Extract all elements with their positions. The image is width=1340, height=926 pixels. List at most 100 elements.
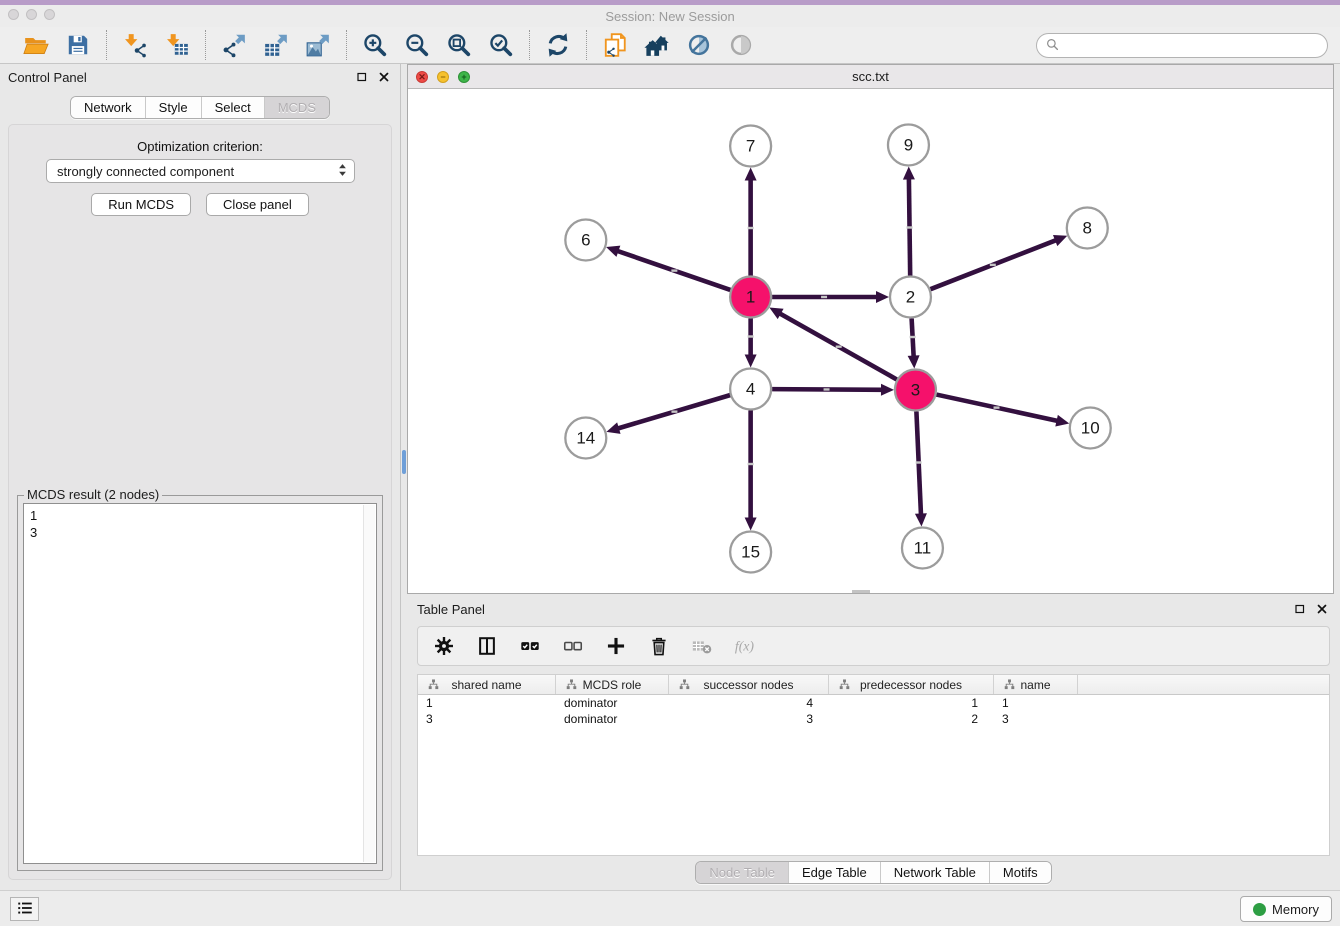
import-table-icon[interactable] — [163, 31, 191, 59]
network-close-button[interactable]: ✕ — [416, 71, 428, 83]
table-tab-motifs[interactable]: Motifs — [989, 862, 1051, 883]
edge-2-3[interactable] — [908, 318, 920, 368]
horizontal-splitter-handle[interactable] — [852, 590, 870, 593]
export-image-icon[interactable] — [304, 31, 332, 59]
close-panel-icon[interactable] — [376, 69, 392, 85]
copy-network-icon[interactable] — [601, 31, 629, 59]
result-scrollbar[interactable] — [363, 505, 375, 862]
network-canvas[interactable]: 7968124314101511 — [408, 89, 1333, 593]
network-maximize-button[interactable]: + — [458, 71, 470, 83]
run-mcds-button[interactable]: Run MCDS — [91, 193, 191, 216]
mcds-result-area[interactable]: 1 3 — [23, 503, 377, 864]
float-panel-icon[interactable] — [354, 69, 370, 85]
table-cell[interactable]: 1 — [994, 695, 1078, 711]
node-3[interactable]: 3 — [895, 370, 936, 411]
table-row[interactable]: 3dominator323 — [418, 711, 1329, 727]
node-10[interactable]: 10 — [1070, 408, 1111, 449]
column-header-MCDS-role[interactable]: MCDS role — [556, 675, 669, 694]
network-window-titlebar[interactable]: ✕ − + scc.txt — [408, 65, 1333, 89]
edge-1-7[interactable] — [745, 168, 757, 276]
split-columns-icon[interactable] — [473, 632, 501, 660]
tab-mcds[interactable]: MCDS — [264, 97, 329, 118]
edge-midpoint-handle[interactable] — [916, 461, 922, 463]
close-window-button[interactable] — [8, 9, 19, 20]
node-1[interactable]: 1 — [730, 277, 771, 318]
node-4[interactable]: 4 — [730, 369, 771, 410]
table-cell[interactable]: dominator — [556, 695, 669, 711]
edge-midpoint-handle[interactable] — [990, 264, 996, 266]
home-icon[interactable] — [643, 31, 671, 59]
node-2[interactable]: 2 — [890, 277, 931, 318]
network-minimize-button[interactable]: − — [437, 71, 449, 83]
table-tab-network-table[interactable]: Network Table — [880, 862, 989, 883]
table-cell[interactable]: 2 — [829, 711, 994, 727]
zoom-selected-icon[interactable] — [487, 31, 515, 59]
refresh-icon[interactable] — [544, 31, 572, 59]
close-panel-button[interactable]: Close panel — [206, 193, 309, 216]
zoom-out-icon[interactable] — [403, 31, 431, 59]
open-icon[interactable] — [22, 31, 50, 59]
column-header-name[interactable]: name — [994, 675, 1078, 694]
edge-3-1[interactable] — [769, 308, 896, 380]
column-header-successor-nodes[interactable]: successor nodes — [669, 675, 829, 694]
edge-4-14[interactable] — [606, 395, 730, 434]
table-cell[interactable]: 1 — [829, 695, 994, 711]
search-field[interactable] — [1036, 33, 1328, 58]
edge-midpoint-handle[interactable] — [907, 226, 913, 228]
edge-midpoint-handle[interactable] — [824, 388, 830, 390]
edge-midpoint-handle[interactable] — [748, 227, 754, 229]
edge-2-9[interactable] — [903, 166, 915, 275]
edge-midpoint-handle[interactable] — [994, 406, 1000, 408]
edge-1-2[interactable] — [772, 291, 889, 303]
table-tab-node-table[interactable]: Node Table — [696, 862, 788, 883]
close-table-panel-icon[interactable] — [1314, 601, 1330, 617]
node-6[interactable]: 6 — [565, 220, 606, 261]
minimize-window-button[interactable] — [26, 9, 37, 20]
zoom-fit-icon[interactable] — [445, 31, 473, 59]
maximize-window-button[interactable] — [44, 9, 55, 20]
edge-midpoint-handle[interactable] — [836, 345, 842, 347]
import-network-icon[interactable] — [121, 31, 149, 59]
memory-button[interactable]: Memory — [1240, 896, 1332, 922]
edge-midpoint-handle[interactable] — [748, 335, 754, 337]
edge-midpoint-handle[interactable] — [748, 463, 754, 465]
unselect-all-icon[interactable] — [559, 632, 587, 660]
node-9[interactable]: 9 — [888, 125, 929, 166]
tab-network[interactable]: Network — [71, 97, 145, 118]
node-8[interactable]: 8 — [1067, 208, 1108, 249]
node-11[interactable]: 11 — [902, 528, 943, 569]
export-table-icon[interactable] — [262, 31, 290, 59]
table-cell[interactable]: 3 — [418, 711, 556, 727]
edge-4-15[interactable] — [745, 411, 757, 531]
edge-midpoint-handle[interactable] — [671, 269, 677, 271]
settings-icon[interactable] — [430, 632, 458, 660]
node-14[interactable]: 14 — [565, 418, 606, 459]
add-icon[interactable] — [602, 632, 630, 660]
tab-select[interactable]: Select — [201, 97, 264, 118]
vertical-splitter-handle[interactable] — [402, 450, 406, 474]
zoom-in-icon[interactable] — [361, 31, 389, 59]
edge-1-6[interactable] — [606, 246, 730, 290]
column-header-shared-name[interactable]: shared name — [418, 675, 556, 694]
edge-midpoint-handle[interactable] — [821, 296, 827, 298]
edge-midpoint-handle[interactable] — [671, 410, 677, 412]
eye-icon[interactable] — [727, 31, 755, 59]
task-history-button[interactable] — [10, 897, 39, 921]
table-cell[interactable]: 3 — [994, 711, 1078, 727]
table-row[interactable]: 1dominator411 — [418, 695, 1329, 711]
edge-2-8[interactable] — [930, 235, 1067, 289]
search-input[interactable] — [1060, 36, 1327, 56]
edge-3-11[interactable] — [915, 411, 927, 526]
save-icon[interactable] — [64, 31, 92, 59]
edge-midpoint-handle[interactable] — [910, 336, 916, 338]
edge-1-4[interactable] — [745, 319, 757, 368]
tab-style[interactable]: Style — [145, 97, 201, 118]
table-cell[interactable]: 3 — [669, 711, 829, 727]
column-header-predecessor-nodes[interactable]: predecessor nodes — [829, 675, 994, 694]
hide-icon[interactable] — [685, 31, 713, 59]
table-cell[interactable]: dominator — [556, 711, 669, 727]
node-15[interactable]: 15 — [730, 532, 771, 573]
select-all-icon[interactable] — [516, 632, 544, 660]
optimization-dropdown[interactable]: strongly connected component — [46, 159, 355, 183]
table-cell[interactable]: 4 — [669, 695, 829, 711]
